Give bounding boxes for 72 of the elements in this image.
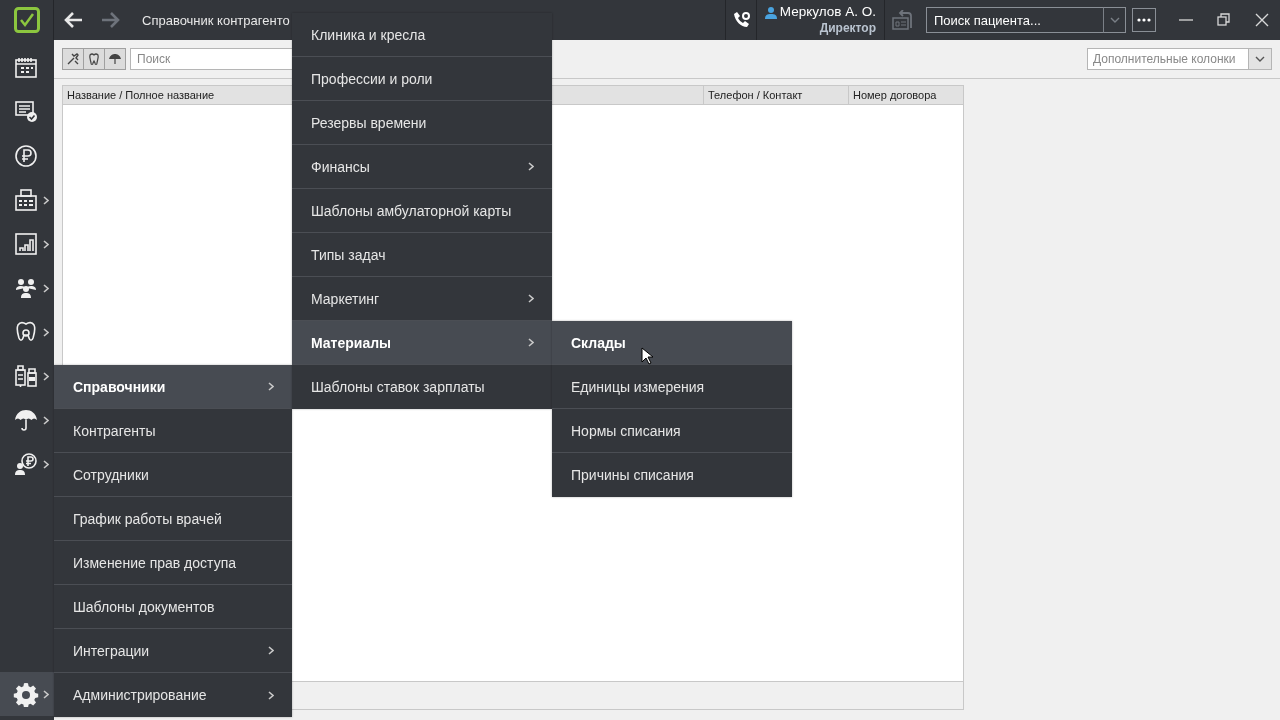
caret-icon bbox=[1109, 17, 1120, 23]
mouse-pointer-icon bbox=[641, 347, 653, 365]
more-button[interactable] bbox=[1132, 8, 1156, 32]
user-name: Меркулов А. О. bbox=[779, 4, 876, 20]
tooth-icon bbox=[87, 52, 101, 66]
menu-item[interactable]: Сотрудники bbox=[54, 453, 292, 497]
menu-item[interactable]: Типы задач bbox=[292, 233, 552, 277]
menu-item[interactable]: Контрагенты bbox=[54, 409, 292, 453]
chevron-icon bbox=[528, 294, 534, 303]
menu-item[interactable]: Интеграции bbox=[54, 629, 292, 673]
card-return-icon bbox=[891, 10, 914, 30]
menu-item[interactable]: Резервы времени bbox=[292, 101, 552, 145]
document-check-icon bbox=[13, 99, 39, 125]
close-icon bbox=[1254, 13, 1269, 27]
tooth-filter-button[interactable] bbox=[83, 48, 105, 70]
menu-item[interactable]: Администрирование bbox=[54, 673, 292, 717]
menu-item[interactable]: Профессии и роли bbox=[292, 57, 552, 101]
menu-item[interactable]: Изменение прав доступа bbox=[54, 541, 292, 585]
chevron-icon bbox=[43, 239, 49, 249]
back-arrow-icon bbox=[63, 11, 83, 29]
chevron-icon bbox=[43, 327, 49, 337]
bar-chart-icon bbox=[13, 231, 39, 257]
menu-item[interactable]: Причины списания bbox=[552, 453, 792, 497]
chevron-icon bbox=[268, 646, 274, 655]
menu-item[interactable]: Клиника и кресла bbox=[292, 13, 552, 57]
window-title: Справочник контрагенто bbox=[142, 12, 290, 28]
chevron-icon bbox=[43, 195, 49, 205]
menu-item[interactable]: Склады bbox=[552, 321, 792, 365]
user-role: Директор bbox=[819, 20, 876, 36]
menu-item[interactable]: Шаблоны ставок зарплаты bbox=[292, 365, 552, 409]
cash-register-icon bbox=[13, 187, 39, 213]
menu-item[interactable]: Материалы bbox=[292, 321, 552, 365]
restore-icon bbox=[1216, 13, 1231, 27]
chevron-icon bbox=[268, 382, 274, 391]
dropdown-button[interactable] bbox=[1104, 7, 1126, 33]
checkbox-logo-icon bbox=[13, 7, 40, 33]
chevron-icon bbox=[43, 415, 49, 425]
tools-button[interactable] bbox=[62, 48, 84, 70]
sidebar-item[interactable] bbox=[0, 672, 54, 716]
chevron-icon bbox=[528, 162, 534, 171]
chevron-icon bbox=[43, 459, 49, 469]
menu-item[interactable]: График работы врачей bbox=[54, 497, 292, 541]
chevron-icon bbox=[43, 371, 49, 381]
gear-icon bbox=[13, 681, 39, 707]
umbrella-filter-button[interactable] bbox=[104, 48, 126, 70]
chevron-icon bbox=[268, 690, 274, 700]
chevron-icon bbox=[43, 283, 49, 293]
person-ruble-icon bbox=[13, 451, 39, 477]
menu-item[interactable]: Шаблоны документов bbox=[54, 585, 292, 629]
umbrella-icon bbox=[108, 52, 122, 66]
columns-dropdown[interactable]: Дополнительные колонки bbox=[1087, 48, 1272, 70]
menu-item[interactable]: Справочники bbox=[54, 365, 292, 409]
chevron-icon bbox=[528, 338, 534, 347]
dropdown-placeholder: Дополнительные колонки bbox=[1092, 52, 1237, 66]
medicine-icon bbox=[13, 363, 39, 389]
tools-icon bbox=[66, 52, 80, 66]
patient-search-field[interactable]: Поиск пациента... bbox=[926, 7, 1104, 33]
menu-item[interactable]: Единицы измерения bbox=[552, 365, 792, 409]
column-header[interactable]: Номер договора bbox=[849, 86, 963, 104]
minimize-icon bbox=[1178, 19, 1193, 21]
person-icon bbox=[764, 5, 777, 19]
chevron-icon bbox=[43, 689, 49, 699]
menu-item[interactable]: Шаблоны амбулаторной карты bbox=[292, 189, 552, 233]
calendar-icon bbox=[13, 55, 39, 81]
umbrella-icon bbox=[13, 407, 39, 433]
more-icon bbox=[1137, 18, 1151, 22]
ruble-icon bbox=[13, 143, 39, 169]
column-header[interactable]: Телефон / Контакт bbox=[704, 86, 849, 104]
menu-item[interactable]: Нормы списания bbox=[552, 409, 792, 453]
menu-item[interactable]: Финансы bbox=[292, 145, 552, 189]
forward-arrow-icon bbox=[101, 11, 121, 29]
caret-icon bbox=[1255, 56, 1265, 62]
